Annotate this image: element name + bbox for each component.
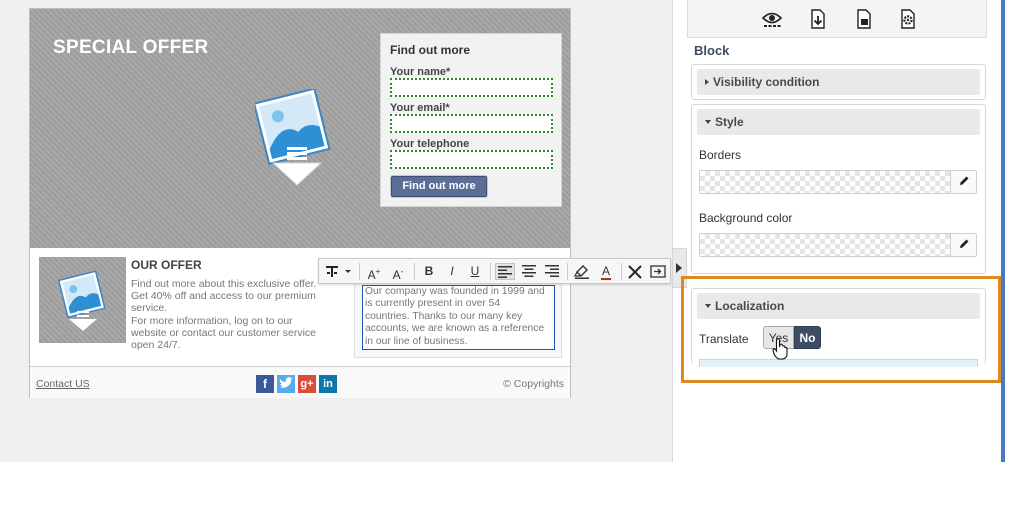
paragraph-format-icon[interactable] xyxy=(324,263,354,280)
borders-edit-button[interactable] xyxy=(950,170,977,194)
pencil-icon xyxy=(959,239,968,248)
download-image-icon xyxy=(57,270,106,331)
email-designer: SPECIAL OFFER Find out more Your name* Y… xyxy=(0,0,1015,530)
properties-panel: Block Visibility condition Style Borders… xyxy=(687,0,1005,462)
visibility-condition-header[interactable]: Visibility condition xyxy=(697,69,980,95)
style-header[interactable]: Style xyxy=(697,109,980,135)
panel-title: Block xyxy=(694,43,730,58)
offer-text-line[interactable]: Get 40% off and access to our premium xyxy=(131,290,316,302)
page-arrow-icon[interactable] xyxy=(808,9,828,29)
underline-button[interactable]: U xyxy=(465,263,485,280)
collapse-arrow-icon xyxy=(705,120,711,124)
shrink-font-button[interactable]: A- xyxy=(388,263,408,282)
offer-text-line[interactable]: website or contact our customer service xyxy=(131,327,316,339)
background-color-label: Background color xyxy=(699,211,793,225)
text-format-toolbar: A+ A- B I U A xyxy=(318,258,671,284)
eye-icon[interactable] xyxy=(761,9,783,29)
align-right-icon[interactable] xyxy=(542,263,562,280)
grow-font-button[interactable]: A+ xyxy=(364,263,384,282)
email-field[interactable] xyxy=(390,114,553,133)
about-text-line[interactable]: is currently present in over 54 xyxy=(365,298,500,309)
borders-field[interactable] xyxy=(699,170,951,194)
italic-button[interactable]: I xyxy=(442,263,462,280)
bold-button[interactable]: B xyxy=(419,263,439,280)
offer-text-line[interactable]: service. xyxy=(131,302,167,314)
telephone-label: Your telephone xyxy=(390,138,470,150)
about-text-line[interactable]: accounts, we are known as a reference xyxy=(365,323,544,334)
find-out-more-button[interactable]: Find out more xyxy=(391,176,487,197)
name-label: Your name* xyxy=(390,66,451,78)
facebook-icon[interactable]: f xyxy=(256,375,274,393)
offer-text-line[interactable]: For more information, log on to our xyxy=(131,315,293,327)
download-image-icon[interactable] xyxy=(255,89,335,189)
background-color-field[interactable] xyxy=(699,233,951,257)
design-canvas[interactable]: SPECIAL OFFER Find out more Your name* Y… xyxy=(0,0,673,462)
panel-scrollbar[interactable] xyxy=(1001,0,1005,462)
borders-label: Borders xyxy=(699,148,742,162)
hero-title[interactable]: SPECIAL OFFER xyxy=(53,37,209,59)
about-text-line[interactable]: in our line of business. xyxy=(365,336,467,347)
form-title: Find out more xyxy=(390,43,470,57)
page-gear-icon[interactable] xyxy=(898,9,918,29)
page-icon[interactable] xyxy=(854,9,874,29)
telephone-field[interactable] xyxy=(390,150,553,169)
offer-text-line[interactable]: Find out more about this exclusive offer… xyxy=(131,278,316,290)
text-color-icon[interactable]: A xyxy=(596,263,616,280)
about-text-line[interactable]: countries. Thanks to our many key xyxy=(365,311,522,322)
expand-arrow-icon xyxy=(705,79,709,85)
about-text-line[interactable]: Our company was founded in 1999 and xyxy=(365,286,545,297)
copyright-text: © Copyrights xyxy=(503,378,564,390)
insert-field-icon[interactable] xyxy=(648,263,668,280)
clear-format-icon[interactable] xyxy=(625,263,645,280)
about-text-editor[interactable]: Our company was founded in 1999 and is c… xyxy=(362,285,555,350)
align-center-icon[interactable] xyxy=(519,263,539,280)
contact-us-link[interactable]: Contact US xyxy=(36,378,90,390)
align-left-icon[interactable] xyxy=(495,263,515,280)
twitter-icon[interactable] xyxy=(277,375,295,393)
collapse-arrow-icon xyxy=(676,263,682,273)
linkedin-icon[interactable]: in xyxy=(319,375,337,393)
name-field[interactable] xyxy=(390,78,553,97)
background-color-edit-button[interactable] xyxy=(950,233,977,257)
pencil-icon xyxy=(959,176,968,185)
offer-title[interactable]: OUR OFFER xyxy=(131,258,202,272)
google-plus-icon[interactable]: g+ xyxy=(298,375,316,393)
signup-form: Find out more Your name* Your email* You… xyxy=(380,33,562,207)
style-section: Style Borders Background color xyxy=(691,104,986,274)
panel-toolbar xyxy=(687,0,987,38)
localization-highlight xyxy=(681,276,1001,383)
email-label: Your email* xyxy=(390,102,450,114)
hero-block[interactable]: SPECIAL OFFER Find out more Your name* Y… xyxy=(30,9,570,248)
offer-image[interactable] xyxy=(39,257,126,343)
offer-text-line[interactable]: open 24/7. xyxy=(131,339,181,351)
highlight-color-icon[interactable] xyxy=(572,263,592,280)
visibility-condition-section: Visibility condition xyxy=(691,64,986,100)
footer-block[interactable]: Contact US f g+ in © Copyrights xyxy=(30,366,570,398)
email-template[interactable]: SPECIAL OFFER Find out more Your name* Y… xyxy=(29,8,571,398)
